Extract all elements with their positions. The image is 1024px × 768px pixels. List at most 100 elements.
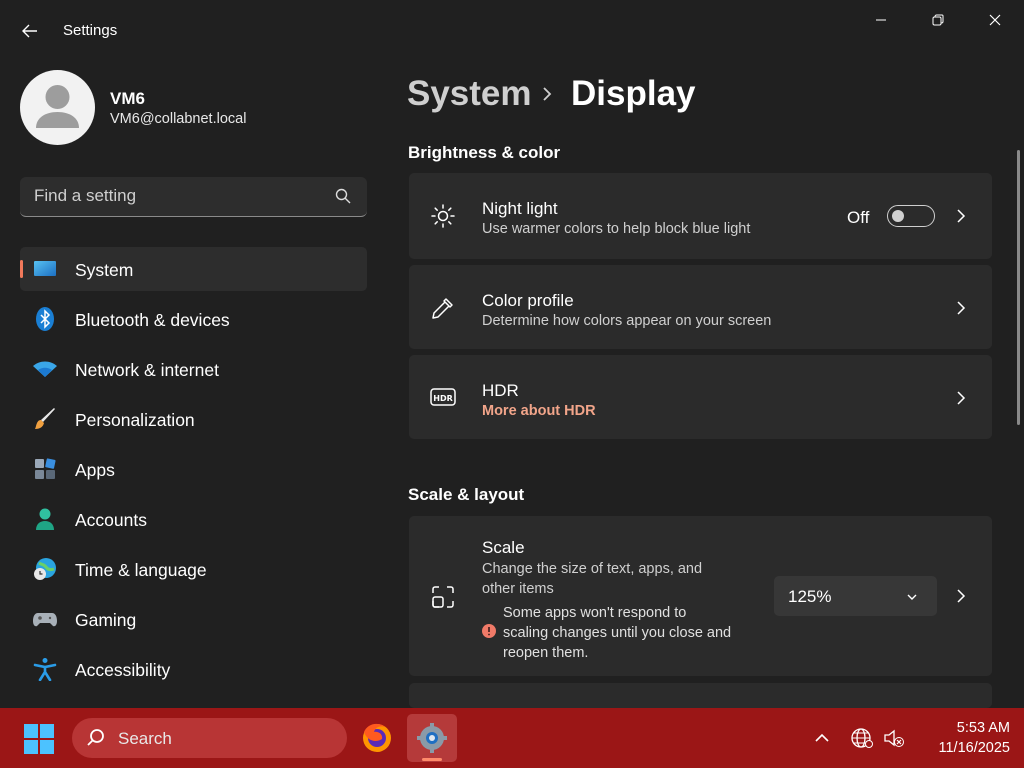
sidebar-item-label: Gaming xyxy=(75,610,137,630)
title-bar: Settings xyxy=(0,0,1024,62)
chevron-down-icon xyxy=(907,594,917,600)
taskbar-clock[interactable]: 5:53 AM 11/16/2025 xyxy=(915,718,1011,758)
firefox-icon xyxy=(363,723,391,752)
hdr-card[interactable]: HDR HDR More about HDR xyxy=(409,355,992,439)
scale-desc: Change the size of text, apps, and other… xyxy=(482,561,703,597)
sidebar-item-time-language[interactable]: Time & language xyxy=(20,547,367,591)
network-tray-button[interactable] xyxy=(850,726,874,750)
scrollbar[interactable] xyxy=(1017,150,1020,425)
color-profile-desc: Determine how colors appear on your scre… xyxy=(482,313,772,329)
sidebar-item-label: System xyxy=(75,260,134,280)
section-title-brightness: Brightness & color xyxy=(408,143,561,162)
user-email: VM6@collabnet.local xyxy=(110,111,247,127)
taskbar-search-label: Search xyxy=(118,729,172,748)
back-button[interactable] xyxy=(14,16,46,46)
restore-icon xyxy=(932,14,944,26)
user-silhouette-icon xyxy=(36,85,79,128)
accessibility-icon xyxy=(33,657,57,682)
color-profile-title: Color profile xyxy=(482,291,574,310)
night-light-toggle[interactable] xyxy=(887,205,935,227)
color-profile-card[interactable]: Color profile Determine how colors appea… xyxy=(409,265,992,349)
scale-icon xyxy=(429,583,457,611)
scale-dropdown[interactable]: 125% xyxy=(774,576,937,616)
sidebar-item-label: Network & internet xyxy=(75,360,219,380)
breadcrumb-chevron-icon xyxy=(543,87,552,101)
bluetooth-icon xyxy=(33,307,57,331)
brightness-icon xyxy=(429,202,457,230)
app-title: Settings xyxy=(63,22,118,39)
sidebar-item-bluetooth[interactable]: Bluetooth & devices xyxy=(20,297,367,341)
chevron-right-icon xyxy=(957,209,966,223)
sidebar-item-label: Time & language xyxy=(75,560,207,580)
page-title: Display xyxy=(571,74,696,113)
minimize-button[interactable] xyxy=(852,0,910,40)
sidebar-item-label: Accounts xyxy=(75,510,147,530)
clock-date: 11/16/2025 xyxy=(938,740,1011,756)
settings-gear-icon xyxy=(417,723,447,753)
minimize-icon xyxy=(876,19,886,21)
scale-value: 125% xyxy=(788,587,832,606)
windows-logo-icon xyxy=(24,724,54,754)
sidebar-item-network[interactable]: Network & internet xyxy=(20,347,367,391)
volume-tray-button[interactable] xyxy=(882,726,906,750)
clock-time: 5:53 AM xyxy=(956,720,1010,736)
accounts-icon xyxy=(33,507,57,531)
speaker-muted-icon xyxy=(884,729,904,747)
brush-icon xyxy=(33,407,57,431)
sidebar-item-label: Bluetooth & devices xyxy=(75,310,230,330)
warning-icon xyxy=(482,624,496,638)
sidebar-item-personalization[interactable]: Personalization xyxy=(20,397,367,441)
close-icon xyxy=(989,14,1001,26)
chevron-right-icon xyxy=(957,391,966,405)
section-title-scale-layout: Scale & layout xyxy=(408,485,525,504)
hdr-icon: HDR xyxy=(429,383,457,411)
sidebar-item-label: Apps xyxy=(75,460,115,480)
apps-icon xyxy=(33,457,57,481)
search-icon xyxy=(87,729,104,746)
sidebar-item-system[interactable]: System xyxy=(20,247,367,291)
scale-warning: Some apps won't respond to scaling chang… xyxy=(503,605,732,661)
next-setting-card[interactable] xyxy=(409,683,992,708)
globe-icon xyxy=(851,728,873,748)
night-light-title: Night light xyxy=(482,199,558,218)
breadcrumb-parent[interactable]: System xyxy=(407,74,532,114)
eyedropper-icon xyxy=(429,294,457,322)
sidebar-item-apps[interactable]: Apps xyxy=(20,447,367,491)
chevron-right-icon xyxy=(957,301,966,315)
night-light-desc: Use warmer colors to help block blue lig… xyxy=(482,221,751,237)
chevron-right-icon xyxy=(957,589,966,603)
scale-card[interactable]: Scale Change the size of text, apps, and… xyxy=(409,516,992,676)
sidebar-item-label: Personalization xyxy=(75,410,195,430)
close-button[interactable] xyxy=(966,0,1024,40)
avatar[interactable] xyxy=(20,70,95,145)
taskbar-search[interactable]: Search xyxy=(72,718,347,758)
wifi-icon xyxy=(33,357,57,381)
selection-indicator xyxy=(20,260,23,278)
chevron-up-icon xyxy=(815,733,829,742)
sidebar-item-accounts[interactable]: Accounts xyxy=(20,497,367,541)
settings-search[interactable] xyxy=(20,177,367,217)
hdr-link[interactable]: More about HDR xyxy=(482,403,596,419)
scale-title: Scale xyxy=(482,538,525,557)
globe-clock-icon xyxy=(33,557,57,581)
taskbar-settings[interactable] xyxy=(407,714,457,762)
active-app-indicator xyxy=(422,758,442,761)
restore-button[interactable] xyxy=(909,0,967,40)
gamepad-icon xyxy=(33,607,57,631)
night-light-card[interactable]: Night light Use warmer colors to help bl… xyxy=(409,173,992,259)
sidebar-item-accessibility[interactable]: Accessibility xyxy=(20,647,367,691)
system-icon xyxy=(33,257,57,281)
night-light-state: Off xyxy=(847,208,870,227)
show-hidden-icons-button[interactable] xyxy=(810,726,834,750)
user-name: VM6 xyxy=(110,89,145,108)
back-arrow-icon xyxy=(22,24,37,38)
search-icon[interactable] xyxy=(335,188,353,206)
taskbar: Search 5:53 AM 11/16/2025 xyxy=(0,708,1024,768)
svg-text:HDR: HDR xyxy=(433,394,453,403)
taskbar-firefox[interactable] xyxy=(352,714,402,762)
search-input[interactable] xyxy=(20,177,320,215)
sidebar-item-label: Accessibility xyxy=(75,660,171,680)
toggle-knob xyxy=(892,210,904,222)
sidebar-item-gaming[interactable]: Gaming xyxy=(20,597,367,641)
start-button[interactable] xyxy=(22,722,56,756)
